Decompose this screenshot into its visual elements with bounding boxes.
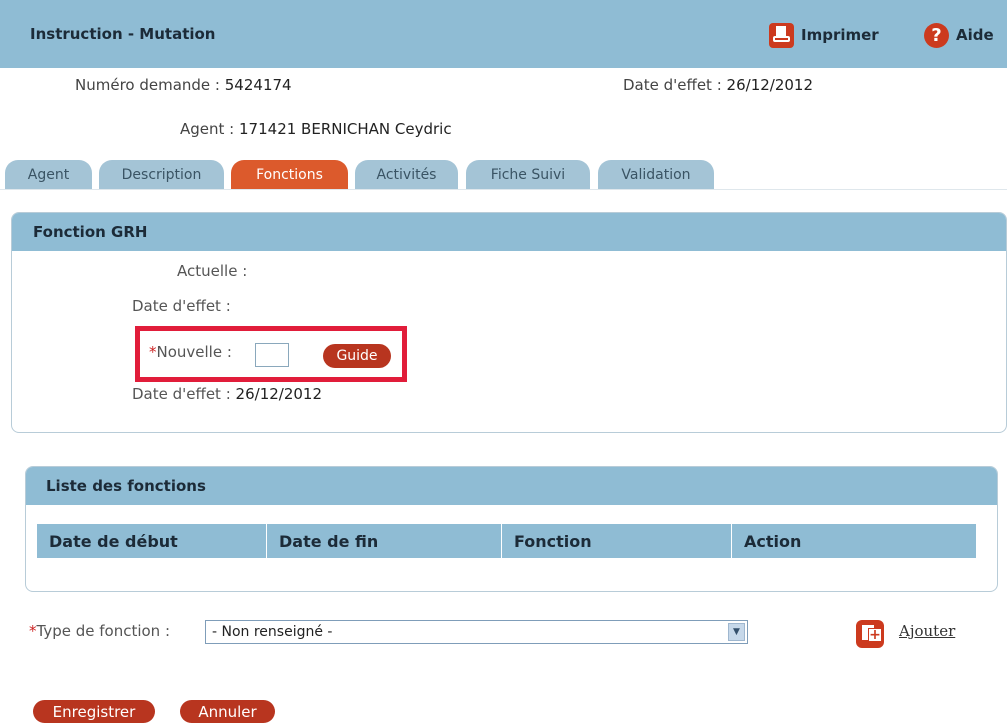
guide-button[interactable]: Guide (323, 344, 391, 368)
table-header: Date de début Date de fin Fonction Actio… (37, 524, 976, 558)
nouvelle-label-text: Nouvelle : (156, 343, 232, 361)
col-action: Action (744, 531, 802, 551)
question-icon: ? (924, 22, 949, 48)
agent-info: Agent : 171421 BERNICHAN Ceydric (180, 120, 452, 138)
date-effet: Date d'effet : 26/12/2012 (623, 76, 813, 94)
tab-fonctions[interactable]: Fonctions (231, 160, 348, 189)
date-effet-nouvelle-label: Date d'effet : (132, 385, 231, 403)
actuelle-label: Actuelle : (177, 262, 248, 280)
agent-label: Agent : (180, 120, 235, 138)
print-button[interactable]: Imprimer (769, 22, 879, 48)
chevron-down-icon[interactable]: ▼ (728, 623, 745, 641)
print-label: Imprimer (801, 26, 879, 44)
help-label: Aide (956, 26, 994, 44)
tab-validation[interactable]: Validation (598, 160, 714, 189)
tab-activites[interactable]: Activités (355, 160, 458, 189)
ajouter-link[interactable]: Ajouter (899, 622, 955, 640)
tab-agent[interactable]: Agent (5, 160, 92, 189)
help-button[interactable]: ? Aide (924, 22, 994, 48)
date-effet-nouvelle: Date d'effet : 26/12/2012 (132, 385, 322, 403)
nouvelle-label: *Nouvelle : (149, 343, 232, 361)
save-button[interactable]: Enregistrer (33, 700, 155, 723)
col-date-debut: Date de début (37, 524, 267, 558)
tab-underline (0, 189, 1007, 190)
col-fonction: Fonction (502, 524, 732, 558)
cancel-button[interactable]: Annuler (180, 700, 275, 723)
printer-icon (769, 22, 794, 48)
type-fonction-select[interactable]: - Non renseigné - ▼ (205, 620, 748, 644)
required-mark: * (29, 622, 37, 640)
liste-fonctions-title: Liste des fonctions (26, 467, 997, 505)
tab-description[interactable]: Description (99, 160, 224, 189)
numero-value: 5424174 (224, 76, 292, 94)
page-title: Instruction - Mutation (30, 25, 216, 43)
add-document-icon[interactable] (856, 620, 884, 648)
col-date-fin: Date de fin (267, 524, 502, 558)
type-fonction-label: *Type de fonction : (29, 622, 170, 640)
numero-label: Numéro demande : (75, 76, 220, 94)
date-effet-value: 26/12/2012 (726, 76, 814, 94)
date-effet-actuelle-label: Date d'effet : (132, 297, 231, 315)
nouvelle-input[interactable] (255, 343, 289, 367)
required-mark: * (149, 343, 157, 361)
type-fonction-selected: - Non renseigné - (212, 624, 333, 640)
date-effet-nouvelle-value: 26/12/2012 (235, 385, 323, 403)
numero-demande: Numéro demande : 5424174 (75, 76, 292, 94)
date-effet-label: Date d'effet : (623, 76, 722, 94)
tab-fiche-suivi[interactable]: Fiche Suivi (466, 160, 590, 189)
fonction-grh-title: Fonction GRH (12, 213, 1006, 251)
type-fonction-label-text: Type de fonction : (36, 622, 171, 640)
agent-value: 171421 BERNICHAN Ceydric (239, 120, 452, 138)
